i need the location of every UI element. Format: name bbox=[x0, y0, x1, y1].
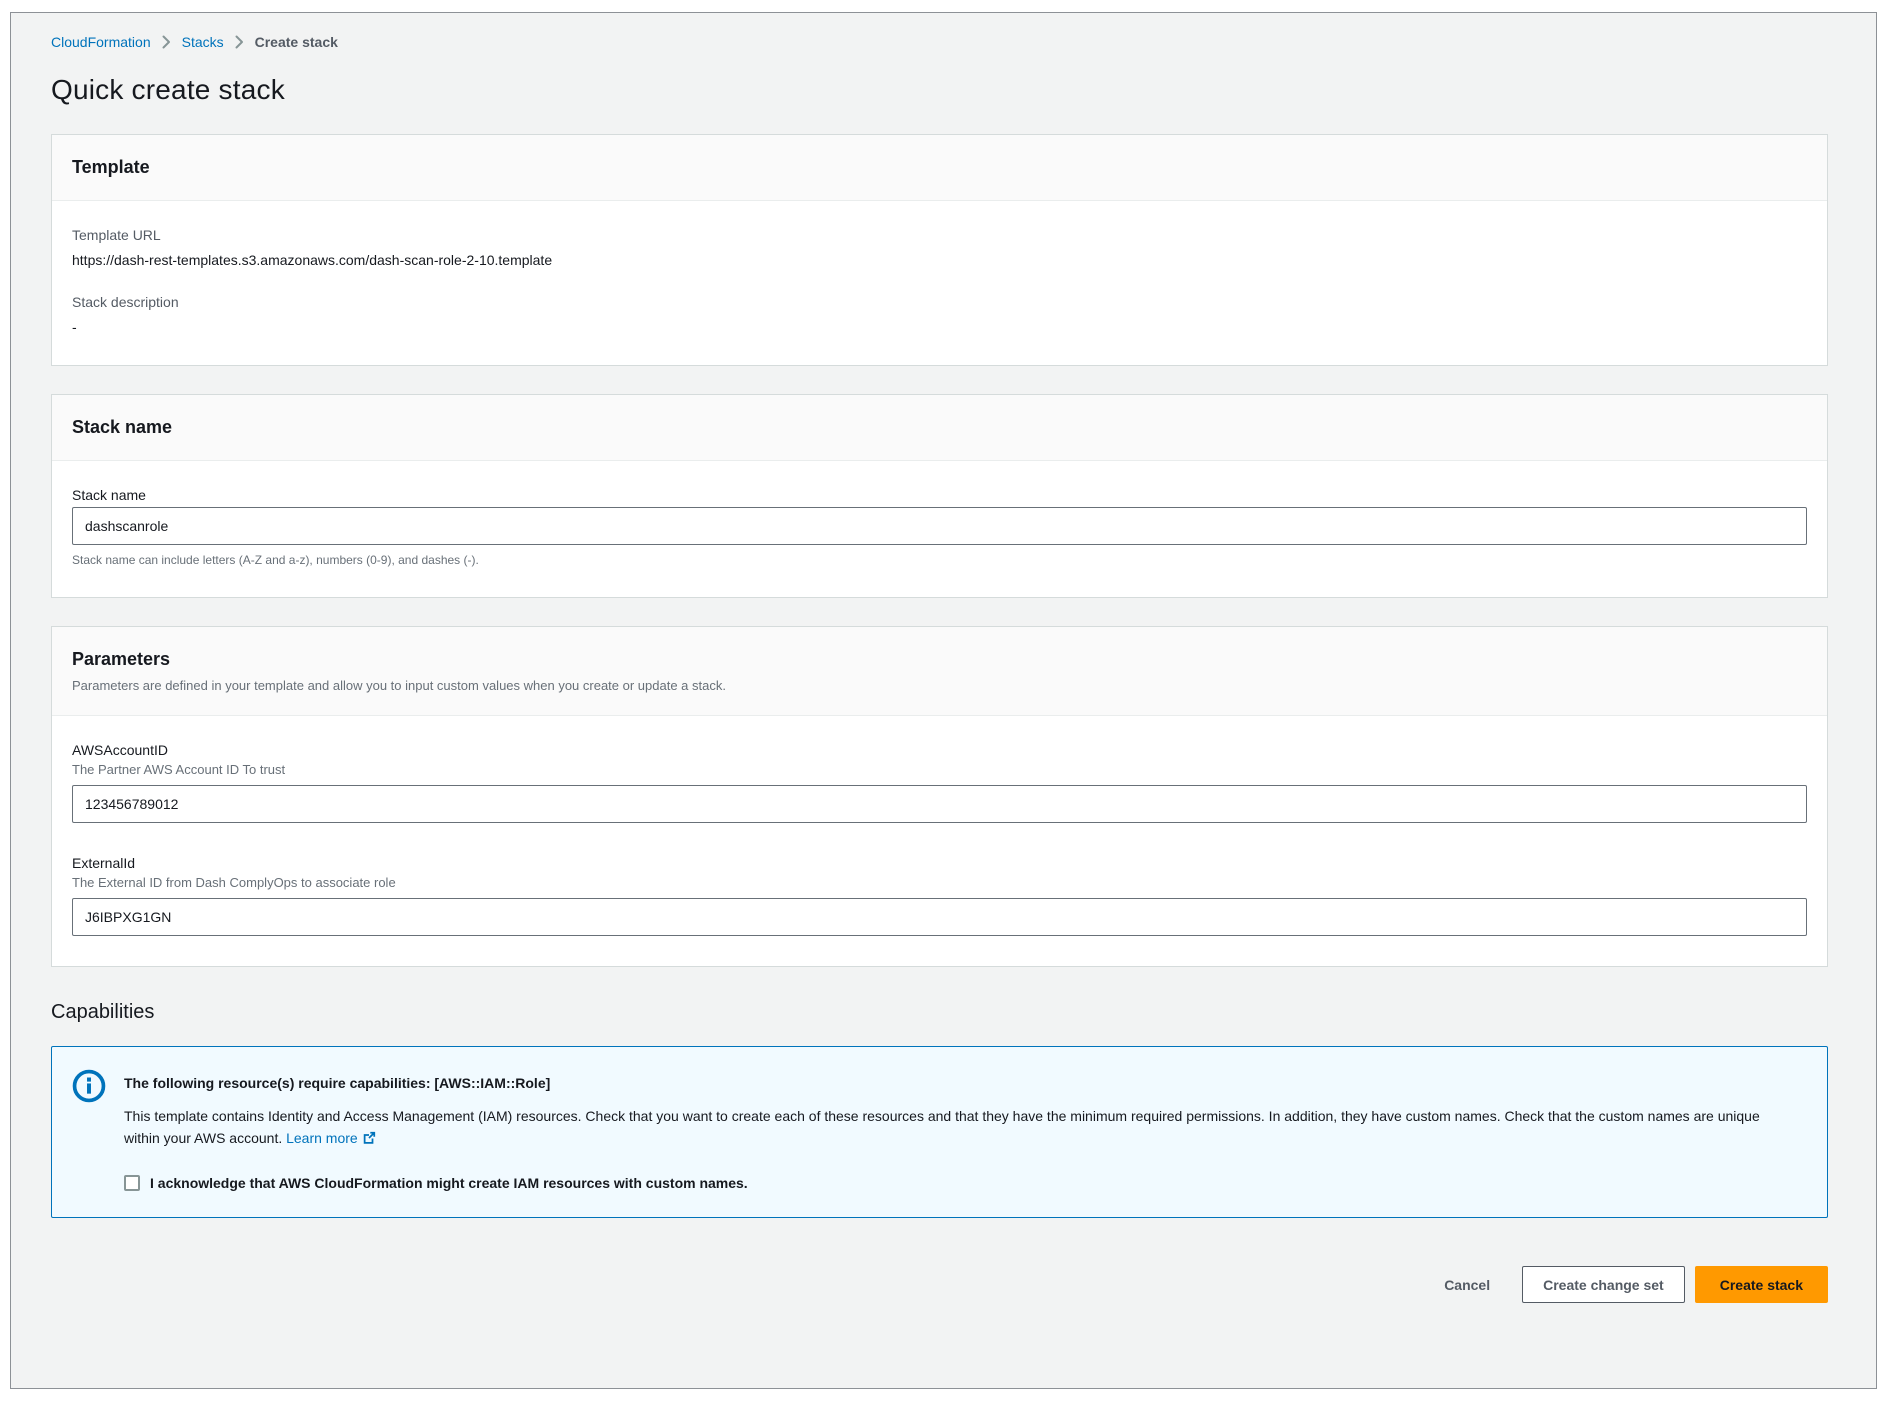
footer-actions: Cancel Create change set Create stack bbox=[51, 1266, 1828, 1303]
parameter-awsaccountid: AWSAccountID The Partner AWS Account ID … bbox=[72, 742, 1807, 823]
parameters-section-header: Parameters Parameters are defined in you… bbox=[52, 627, 1827, 716]
stack-name-label: Stack name bbox=[72, 487, 1807, 503]
stack-name-section-body: Stack name Stack name can include letter… bbox=[52, 461, 1827, 597]
stack-name-section-title: Stack name bbox=[72, 417, 1807, 438]
capabilities-alert-title: The following resource(s) require capabi… bbox=[124, 1075, 1807, 1091]
page-title: Quick create stack bbox=[51, 74, 1828, 106]
stack-description-field: Stack description - bbox=[72, 294, 1807, 335]
template-section-body: Template URL https://dash-rest-templates… bbox=[52, 201, 1827, 365]
create-change-set-button[interactable]: Create change set bbox=[1522, 1266, 1685, 1303]
iam-acknowledge-row[interactable]: I acknowledge that AWS CloudFormation mi… bbox=[124, 1175, 1807, 1191]
iam-acknowledge-checkbox[interactable] bbox=[124, 1175, 140, 1191]
capabilities-alert-content: The following resource(s) require capabi… bbox=[124, 1067, 1807, 1191]
stack-name-section: Stack name Stack name Stack name can inc… bbox=[51, 394, 1828, 598]
stack-name-section-header: Stack name bbox=[52, 395, 1827, 461]
stack-name-constraint: Stack name can include letters (A-Z and … bbox=[72, 553, 1807, 567]
breadcrumb-link-cloudformation[interactable]: CloudFormation bbox=[51, 34, 151, 50]
template-url-value: https://dash-rest-templates.s3.amazonaws… bbox=[72, 252, 1807, 268]
capabilities-alert-body: This template contains Identity and Acce… bbox=[124, 1105, 1764, 1149]
parameter-externalid-input[interactable] bbox=[72, 898, 1807, 936]
template-section: Template Template URL https://dash-rest-… bbox=[51, 134, 1828, 366]
breadcrumb-link-stacks[interactable]: Stacks bbox=[182, 34, 224, 50]
parameter-awsaccountid-input[interactable] bbox=[72, 785, 1807, 823]
cancel-button[interactable]: Cancel bbox=[1424, 1268, 1510, 1302]
stack-name-input[interactable] bbox=[72, 507, 1807, 545]
parameter-awsaccountid-description: The Partner AWS Account ID To trust bbox=[72, 762, 1807, 777]
template-section-header: Template bbox=[52, 135, 1827, 201]
capabilities-alert: The following resource(s) require capabi… bbox=[51, 1046, 1828, 1218]
external-link-icon bbox=[362, 1131, 376, 1145]
iam-acknowledge-label: I acknowledge that AWS CloudFormation mi… bbox=[150, 1175, 748, 1191]
parameters-section-description: Parameters are defined in your template … bbox=[72, 678, 1807, 693]
breadcrumb: CloudFormation Stacks Create stack bbox=[51, 34, 1828, 50]
stack-description-label: Stack description bbox=[72, 294, 1807, 310]
parameter-awsaccountid-label: AWSAccountID bbox=[72, 742, 1807, 758]
parameters-section: Parameters Parameters are defined in you… bbox=[51, 626, 1828, 967]
parameter-externalid: ExternalId The External ID from Dash Com… bbox=[72, 855, 1807, 936]
parameter-externalid-description: The External ID from Dash ComplyOps to a… bbox=[72, 875, 1807, 890]
info-icon bbox=[72, 1069, 106, 1103]
parameter-externalid-label: ExternalId bbox=[72, 855, 1807, 871]
chevron-right-icon bbox=[235, 35, 244, 49]
parameters-section-title: Parameters bbox=[72, 649, 1807, 670]
capabilities-title: Capabilities bbox=[51, 1001, 1828, 1024]
breadcrumb-current: Create stack bbox=[255, 34, 338, 50]
learn-more-label: Learn more bbox=[286, 1130, 358, 1146]
chevron-right-icon bbox=[162, 35, 171, 49]
template-section-title: Template bbox=[72, 157, 1807, 178]
create-stack-button[interactable]: Create stack bbox=[1695, 1266, 1828, 1303]
learn-more-link[interactable]: Learn more bbox=[286, 1130, 376, 1146]
stack-description-value: - bbox=[72, 319, 1807, 335]
template-url-label: Template URL bbox=[72, 227, 1807, 243]
parameters-section-body: AWSAccountID The Partner AWS Account ID … bbox=[52, 716, 1827, 966]
template-url-field: Template URL https://dash-rest-templates… bbox=[72, 227, 1807, 268]
console-content-frame: CloudFormation Stacks Create stack Quick… bbox=[10, 12, 1877, 1389]
